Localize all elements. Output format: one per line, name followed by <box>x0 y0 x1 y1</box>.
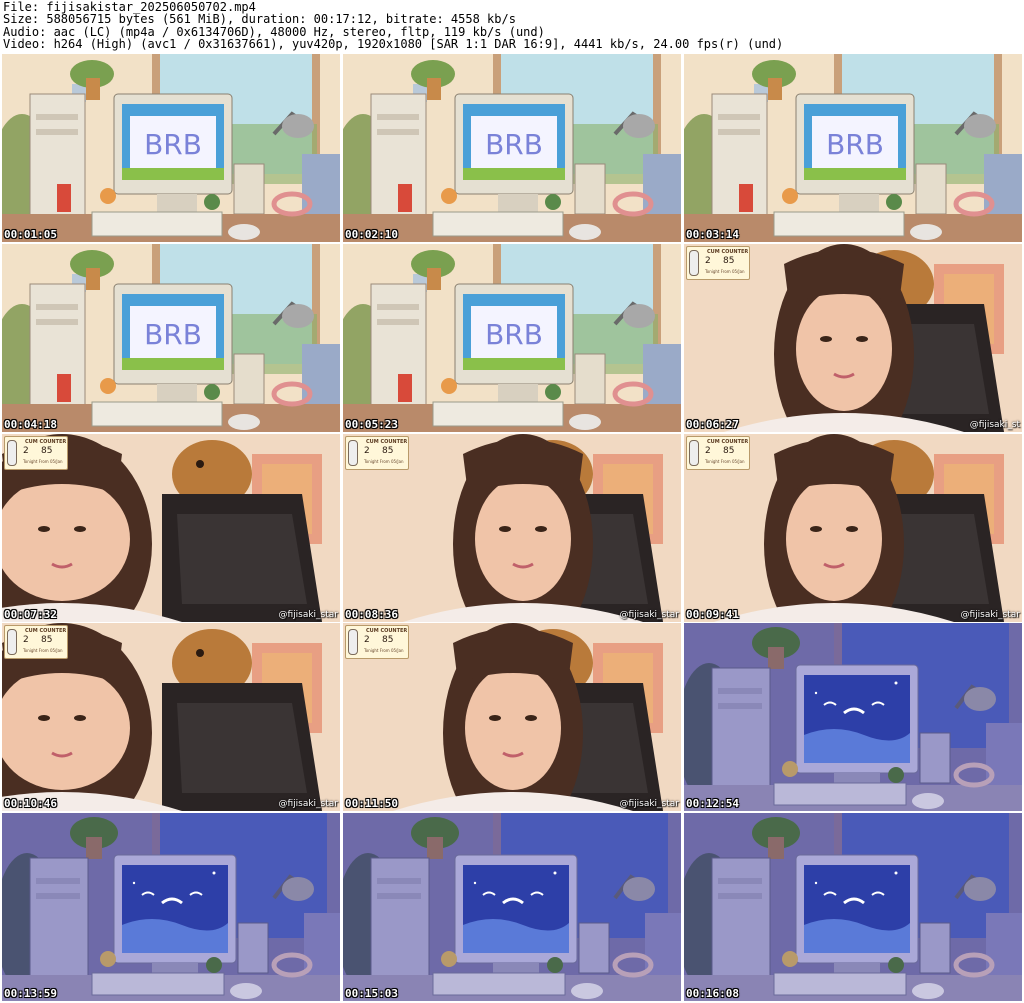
video-thumbnail: CUM COUNTER 2 85 Tonight From 05/Jan @fij… <box>2 433 340 622</box>
video-thumbnail: CUM COUNTER 2 85 Tonight From 05/Jan @fij… <box>684 433 1022 622</box>
thumbnail-timestamp: 00:15:03 <box>345 987 398 1000</box>
thumbnail-timestamp: 00:01:05 <box>4 228 57 241</box>
counter-subtitle: Tonight From 05/Jan <box>23 648 63 654</box>
video-thumbnail: BRB 00:01:05 <box>2 54 340 242</box>
video-thumbnail: CUM COUNTER 2 85 Tonight From 05/Jan @fij… <box>343 623 681 812</box>
cum-counter-overlay: CUM COUNTER 2 85 Tonight From 05/Jan <box>686 435 750 470</box>
counter-value-left: 2 <box>364 635 370 646</box>
watermark-handle: @fijisaki_star <box>278 799 338 810</box>
paperclip-icon <box>7 439 17 466</box>
thumbnail-timestamp: 00:12:54 <box>686 797 739 811</box>
brb-screen-text: BRB <box>144 318 202 351</box>
video-thumbnail: BRB 00:03:14 <box>684 54 1022 242</box>
counter-subtitle: Tonight From 05/Jan <box>705 458 745 464</box>
cum-counter-overlay: CUM COUNTER 2 85 Tonight From 05/Jan <box>686 245 750 280</box>
video-thumbnail: BRB 00:02:10 <box>343 54 681 242</box>
video-thumbnail: 00:16:08 <box>684 813 1022 1001</box>
counter-value-left: 2 <box>23 445 29 456</box>
video-thumbnail: BRB 00:05:23 <box>343 243 681 432</box>
counter-title: CUM COUNTER <box>366 438 408 445</box>
video-thumbnail: 00:13:59 <box>2 813 340 1001</box>
counter-subtitle: Tonight From 05/Jan <box>364 648 404 654</box>
thumbnail-timestamp: 00:16:08 <box>686 987 739 1000</box>
counter-value-right: 85 <box>41 635 53 646</box>
thumbnail-timestamp: 00:13:59 <box>4 987 57 1000</box>
brb-screen-text: BRB <box>144 128 202 161</box>
watermark-handle: @fijisaki_st <box>969 419 1020 430</box>
thumbnail-timestamp: 00:05:23 <box>345 417 398 431</box>
cum-counter-overlay: CUM COUNTER 2 85 Tonight From 05/Jan <box>4 625 68 660</box>
counter-title: CUM COUNTER <box>25 438 67 445</box>
counter-value-left: 2 <box>705 255 711 266</box>
counter-value-right: 85 <box>382 445 394 456</box>
video-thumbnail: CUM COUNTER 2 85 Tonight From 05/Jan @fij… <box>343 433 681 622</box>
counter-subtitle: Tonight From 05/Jan <box>364 458 404 464</box>
brb-screen-text: BRB <box>485 128 543 161</box>
counter-value-left: 2 <box>364 445 370 456</box>
counter-value-right: 85 <box>41 445 53 456</box>
cum-counter-overlay: CUM COUNTER 2 85 Tonight From 05/Jan <box>345 435 409 470</box>
video-thumbnail: CUM COUNTER 2 85 Tonight From 05/Jan @fij… <box>2 623 340 812</box>
counter-subtitle: Tonight From 05/Jan <box>23 458 63 464</box>
thumbnail-timestamp: 00:06:27 <box>686 417 739 431</box>
thumbnail-timestamp: 00:09:41 <box>686 607 739 621</box>
watermark-handle: @fijisaki_star <box>619 609 679 620</box>
cum-counter-overlay: CUM COUNTER 2 85 Tonight From 05/Jan <box>4 435 68 470</box>
counter-subtitle: Tonight From 05/Jan <box>705 268 745 274</box>
counter-value-right: 85 <box>382 635 394 646</box>
video-thumbnail: 00:15:03 <box>343 813 681 1001</box>
paperclip-icon <box>348 439 358 466</box>
thumbnail-timestamp: 00:10:46 <box>4 797 57 811</box>
counter-title: CUM COUNTER <box>25 628 67 635</box>
thumbnail-timestamp: 00:04:18 <box>4 417 57 431</box>
counter-title: CUM COUNTER <box>707 438 749 445</box>
watermark-handle: @fijisaki_star <box>619 799 679 810</box>
counter-value-left: 2 <box>23 635 29 646</box>
paperclip-icon <box>348 629 358 656</box>
file-info-header: File: fijisakistar_202506050702.mp4 Size:… <box>3 1 1021 51</box>
thumbnail-timestamp: 00:08:36 <box>345 607 398 621</box>
thumbnail-grid: BRB 00:01:05 BRB 00:02:10 BRB 00:03:14 B… <box>2 54 1022 1001</box>
paperclip-icon <box>689 249 699 276</box>
video-thumbnail: BRB 00:04:18 <box>2 243 340 432</box>
video-thumbnail: 00:12:54 <box>684 623 1022 812</box>
counter-value-left: 2 <box>705 445 711 456</box>
counter-title: CUM COUNTER <box>366 628 408 635</box>
counter-value-right: 85 <box>723 445 735 456</box>
size-line: Size: 588056715 bytes (561 MiB), duratio… <box>3 12 516 27</box>
counter-title: CUM COUNTER <box>707 248 749 255</box>
brb-screen-text: BRB <box>485 318 543 351</box>
cum-counter-overlay: CUM COUNTER 2 85 Tonight From 05/Jan <box>345 625 409 660</box>
video-thumbnail: CUM COUNTER 2 85 Tonight From 05/Jan @fij… <box>684 243 1022 432</box>
brb-screen-text: BRB <box>826 128 884 161</box>
video-line: Video: h264 (High) (avc1 / 0x31637661), … <box>3 37 784 52</box>
thumbnail-timestamp: 00:02:10 <box>345 228 398 241</box>
counter-value-right: 85 <box>723 255 735 266</box>
watermark-handle: @fijisaki_star <box>960 609 1020 620</box>
thumbnail-timestamp: 00:07:32 <box>4 607 57 621</box>
thumbnail-timestamp: 00:11:50 <box>345 797 398 811</box>
paperclip-icon <box>689 439 699 466</box>
thumbnail-timestamp: 00:03:14 <box>686 228 739 241</box>
watermark-handle: @fijisaki_star <box>278 609 338 620</box>
paperclip-icon <box>7 629 17 656</box>
